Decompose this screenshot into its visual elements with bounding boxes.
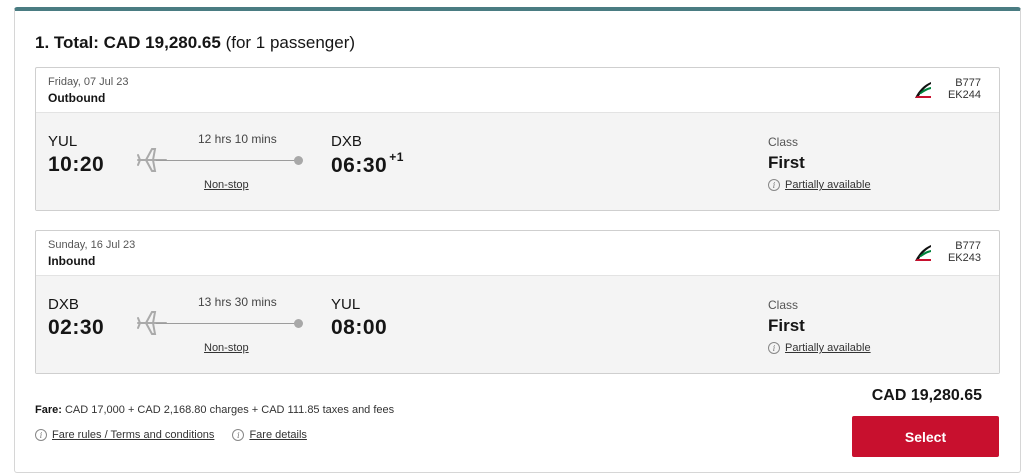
leg-details: DXB 02:30 13 hrs 30 mins Non-stop YUL 08… bbox=[36, 276, 999, 373]
fare-rules-link[interactable]: i Fare rules / Terms and conditions bbox=[35, 429, 214, 441]
aircraft-info: B777 EK243 bbox=[948, 240, 981, 264]
fare-breakdown-text: CAD 17,000 + CAD 2,168.80 charges + CAD … bbox=[64, 404, 395, 416]
total-title: 1. Total: CAD 19,280.65 (for 1 passenger… bbox=[35, 33, 355, 53]
arrive-time: 08:00 bbox=[331, 316, 388, 339]
info-icon: i bbox=[768, 179, 780, 191]
nonstop-link[interactable]: Non-stop bbox=[204, 342, 249, 354]
flight-number: EK244 bbox=[947, 89, 981, 101]
aircraft-type: B777 bbox=[955, 240, 981, 252]
total-amount: 1. Total: CAD 19,280.65 bbox=[35, 33, 221, 52]
info-icon: i bbox=[35, 429, 47, 441]
fare-details-link[interactable]: i Fare details bbox=[232, 429, 307, 441]
depart-time: 02:30 bbox=[48, 316, 105, 339]
route-endpoint bbox=[294, 156, 303, 165]
availability-text[interactable]: Partially available bbox=[785, 342, 871, 354]
leg-header: Sunday, 16 Jul 23 Inbound B777 EK243 bbox=[36, 231, 999, 276]
nonstop-link[interactable]: Non-stop bbox=[204, 179, 249, 191]
class-value: First bbox=[768, 153, 805, 172]
fare-rules-text[interactable]: Fare rules / Terms and conditions bbox=[52, 429, 214, 441]
class-value: First bbox=[768, 316, 805, 335]
arrive-time-wrap: 06:30 +1 bbox=[331, 150, 404, 178]
route-endpoint bbox=[294, 319, 303, 328]
dest-code: YUL bbox=[331, 296, 361, 313]
emirates-logo-icon bbox=[915, 82, 931, 98]
day-offset: +1 bbox=[389, 150, 404, 164]
info-icon: i bbox=[232, 429, 245, 441]
price-total: CAD 19,280.65 bbox=[871, 387, 982, 404]
fare-label: Fare: bbox=[35, 404, 62, 416]
availability-link[interactable]: i Partially available bbox=[768, 342, 871, 354]
passenger-count: (for 1 passenger) bbox=[225, 33, 356, 52]
info-icon: i bbox=[768, 342, 780, 354]
class-label: Class bbox=[768, 135, 799, 149]
dest-code: DXB bbox=[331, 133, 362, 150]
emirates-logo-icon bbox=[915, 245, 931, 261]
depart-time: 10:20 bbox=[48, 153, 105, 176]
origin-code: DXB bbox=[48, 296, 79, 313]
aircraft-type: B777 bbox=[955, 77, 981, 89]
fare-breakdown: Fare: CAD 17,000 + CAD 2,168.80 charges … bbox=[35, 404, 394, 416]
fare-details-text[interactable]: Fare details bbox=[249, 429, 306, 441]
route-line bbox=[156, 323, 299, 324]
fare-links: i Fare rules / Terms and conditions i Fa… bbox=[35, 429, 325, 441]
aircraft-info: B777 EK244 bbox=[948, 77, 981, 101]
leg-details: YUL 10:20 12 hrs 10 mins Non-stop DXB 06… bbox=[36, 113, 999, 210]
class-label: Class bbox=[768, 298, 799, 312]
leg-direction: Inbound bbox=[48, 254, 96, 268]
leg-date: Sunday, 16 Jul 23 bbox=[48, 239, 136, 251]
flight-duration: 12 hrs 10 mins bbox=[198, 132, 277, 146]
leg-direction: Outbound bbox=[48, 91, 106, 105]
arrive-time: 06:30 bbox=[331, 154, 388, 177]
inbound-leg: Sunday, 16 Jul 23 Inbound B777 EK243 DXB… bbox=[35, 230, 1000, 374]
flight-number: EK243 bbox=[947, 252, 981, 264]
itinerary-card: 1. Total: CAD 19,280.65 (for 1 passenger… bbox=[14, 7, 1021, 473]
origin-code: YUL bbox=[48, 133, 78, 150]
availability-text[interactable]: Partially available bbox=[785, 179, 871, 191]
route-line bbox=[156, 160, 299, 161]
flight-duration: 13 hrs 30 mins bbox=[198, 295, 277, 309]
outbound-leg: Friday, 07 Jul 23 Outbound B777 EK244 YU… bbox=[35, 67, 1000, 211]
leg-date: Friday, 07 Jul 23 bbox=[48, 76, 129, 88]
availability-link[interactable]: i Partially available bbox=[768, 179, 871, 191]
leg-header: Friday, 07 Jul 23 Outbound B777 EK244 bbox=[36, 68, 999, 113]
select-button[interactable]: Select bbox=[852, 416, 999, 457]
